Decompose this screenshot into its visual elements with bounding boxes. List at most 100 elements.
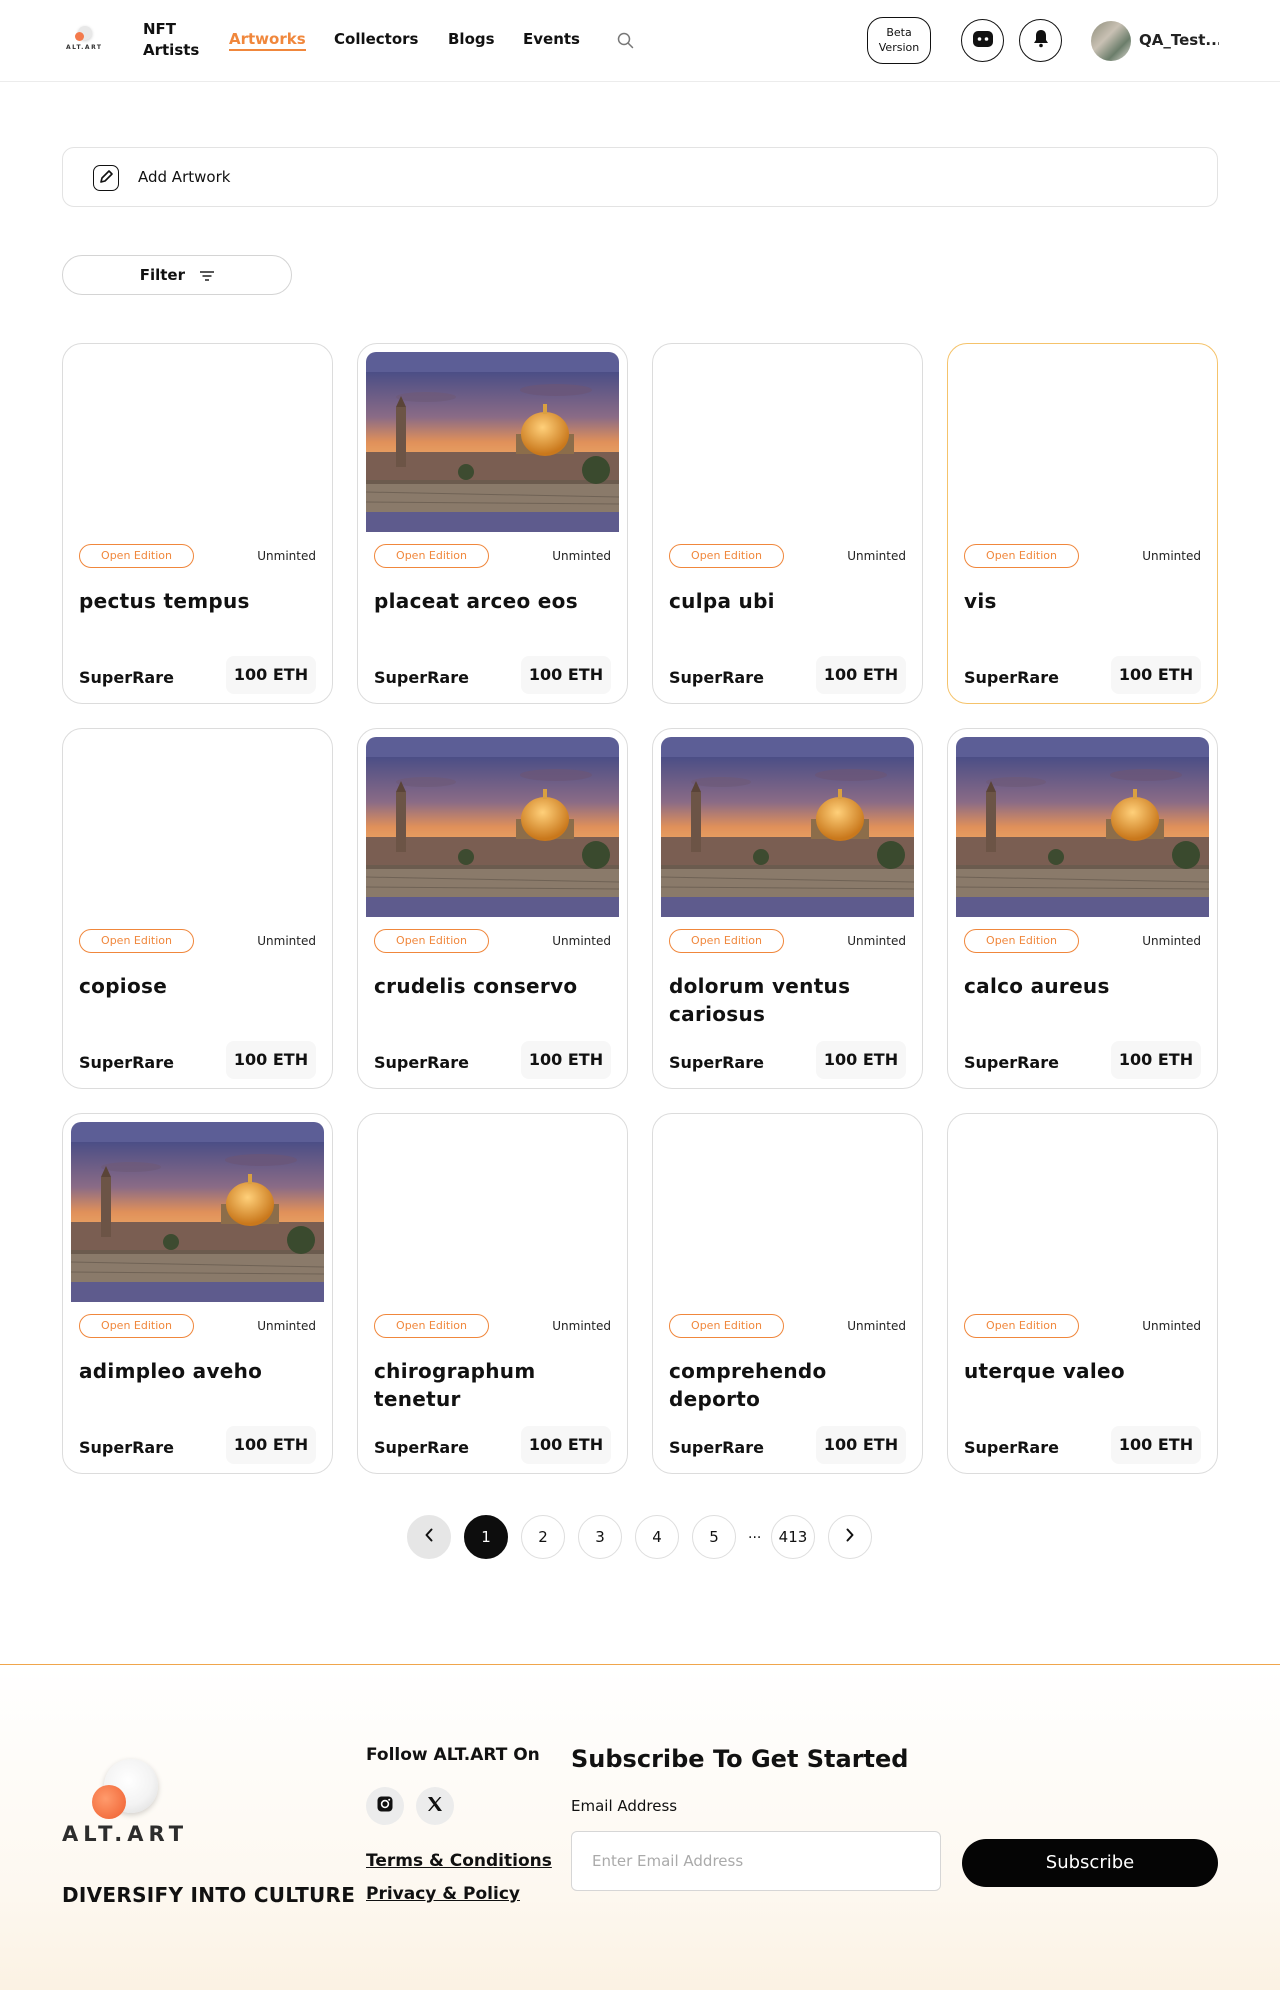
filter-label: Filter <box>139 266 186 284</box>
mint-status: Unminted <box>552 549 611 563</box>
price-tag: 100 ETH <box>816 656 906 694</box>
edit-icon <box>93 165 119 191</box>
site-footer: ALT.ART DIVERSIFY INTO CULTURE Follow AL… <box>0 1664 1280 1990</box>
alt-art-logo[interactable]: ALT.ART <box>62 24 106 54</box>
marketplace-label: SuperRare <box>374 1053 469 1072</box>
mint-status: Unminted <box>1142 1319 1201 1333</box>
subscribe-button[interactable]: Subscribe <box>962 1839 1218 1887</box>
artwork-title: uterque valeo <box>964 1359 1125 1383</box>
marketplace-label: SuperRare <box>79 668 174 687</box>
nav-nft-artists[interactable]: NFT Artists <box>143 19 213 61</box>
edition-badge: Open Edition <box>669 544 784 568</box>
artwork-card[interactable]: Open Edition Unminted crudelis conservo Sup… <box>357 728 628 1089</box>
x-twitter-button[interactable] <box>416 1787 454 1825</box>
nav-events[interactable]: Events <box>523 30 580 48</box>
page-last-button[interactable]: 413 <box>771 1515 815 1559</box>
artwork-title: chirographum tenetur <box>374 1359 536 1411</box>
artwork-title: crudelis conservo <box>374 974 578 998</box>
edition-badge: Open Edition <box>669 929 784 953</box>
terms-link[interactable]: Terms & Conditions <box>366 1851 552 1871</box>
artwork-title: adimpleo aveho <box>79 1359 263 1383</box>
discord-button[interactable] <box>961 19 1004 62</box>
footer-brand: ALT.ART <box>62 1822 189 1846</box>
artwork-title: vis <box>964 589 997 613</box>
marketplace-label: SuperRare <box>79 1438 174 1457</box>
notifications-button[interactable] <box>1019 19 1062 62</box>
artwork-card[interactable]: Open Edition Unminted culpa ubi SuperRare 10… <box>652 343 923 704</box>
artwork-image <box>956 737 1209 917</box>
price-tag: 100 ETH <box>521 1426 611 1464</box>
mint-status: Unminted <box>257 934 316 948</box>
mint-status: Unminted <box>552 1319 611 1333</box>
marketplace-label: SuperRare <box>79 1053 174 1072</box>
artwork-card[interactable]: Open Edition Unminted placeat arceo eos Sup… <box>357 343 628 704</box>
price-tag: 100 ETH <box>226 656 316 694</box>
edition-badge: Open Edition <box>964 1314 1079 1338</box>
prev-page-button[interactable] <box>407 1515 451 1559</box>
site-header: ALT.ART NFT Artists Artworks Collectors … <box>0 0 1280 82</box>
instagram-button[interactable] <box>366 1787 404 1825</box>
mint-status: Unminted <box>257 1319 316 1333</box>
artwork-card[interactable]: Open Edition Unminted copiose SuperRare 100 … <box>62 728 333 1089</box>
artwork-card[interactable]: Open Edition Unminted comprehendo deporto S… <box>652 1113 923 1474</box>
email-input[interactable] <box>571 1831 941 1891</box>
filter-button[interactable]: Filter <box>62 255 292 295</box>
artwork-title: culpa ubi <box>669 589 775 613</box>
mint-status: Unminted <box>1142 934 1201 948</box>
artwork-title: pectus tempus <box>79 589 250 613</box>
price-tag: 100 ETH <box>226 1041 316 1079</box>
artwork-card[interactable]: Open Edition Unminted calco aureus SuperRar… <box>947 728 1218 1089</box>
artwork-card[interactable]: Open Edition Unminted chirographum tenetur… <box>357 1113 628 1474</box>
nav-artworks[interactable]: Artworks <box>229 30 306 51</box>
page-1-button[interactable]: 1 <box>464 1515 508 1559</box>
marketplace-label: SuperRare <box>374 1438 469 1457</box>
edition-badge: Open Edition <box>374 929 489 953</box>
marketplace-label: SuperRare <box>964 1438 1059 1457</box>
artwork-image <box>366 737 619 917</box>
pagination-ellipsis: ... <box>748 1526 762 1542</box>
discord-icon <box>972 30 994 52</box>
artwork-image <box>71 1122 324 1302</box>
next-page-button[interactable] <box>828 1515 872 1559</box>
add-artwork-button[interactable]: Add Artwork <box>62 147 1218 207</box>
artwork-card[interactable]: Open Edition Unminted vis SuperRare 100 ETH <box>947 343 1218 704</box>
edition-badge: Open Edition <box>669 1314 784 1338</box>
mint-status: Unminted <box>1142 549 1201 563</box>
nav-collectors[interactable]: Collectors <box>334 30 418 48</box>
artwork-card[interactable]: Open Edition Unminted adimpleo aveho SuperR… <box>62 1113 333 1474</box>
artwork-image <box>366 352 619 532</box>
beta-version-badge: Beta Version <box>867 17 931 64</box>
footer-logo[interactable] <box>92 1759 162 1829</box>
avatar[interactable] <box>1091 21 1131 61</box>
edition-badge: Open Edition <box>79 1314 194 1338</box>
page-5-button[interactable]: 5 <box>692 1515 736 1559</box>
search-icon[interactable] <box>617 32 634 49</box>
price-tag: 100 ETH <box>816 1426 906 1464</box>
footer-slogan: DIVERSIFY INTO CULTURE <box>62 1883 356 1907</box>
filter-icon <box>200 267 215 285</box>
follow-heading: Follow ALT.ART On <box>366 1745 540 1765</box>
instagram-icon <box>376 1795 394 1817</box>
mint-status: Unminted <box>847 934 906 948</box>
privacy-link[interactable]: Privacy & Policy <box>366 1884 520 1904</box>
artwork-card[interactable]: Open Edition Unminted dolorum ventus cario… <box>652 728 923 1089</box>
edition-badge: Open Edition <box>374 1314 489 1338</box>
price-tag: 100 ETH <box>521 1041 611 1079</box>
marketplace-label: SuperRare <box>964 1053 1059 1072</box>
subscribe-heading: Subscribe To Get Started <box>571 1745 909 1773</box>
artwork-title: copiose <box>79 974 168 998</box>
artwork-card[interactable]: Open Edition Unminted pectus tempus SuperRa… <box>62 343 333 704</box>
mint-status: Unminted <box>847 549 906 563</box>
page-4-button[interactable]: 4 <box>635 1515 679 1559</box>
marketplace-label: SuperRare <box>374 668 469 687</box>
nav-blogs[interactable]: Blogs <box>448 30 495 48</box>
artwork-card[interactable]: Open Edition Unminted uterque valeo SuperRa… <box>947 1113 1218 1474</box>
price-tag: 100 ETH <box>1111 656 1201 694</box>
add-artwork-label: Add Artwork <box>138 168 231 186</box>
marketplace-label: SuperRare <box>669 668 764 687</box>
price-tag: 100 ETH <box>1111 1426 1201 1464</box>
page-3-button[interactable]: 3 <box>578 1515 622 1559</box>
marketplace-label: SuperRare <box>964 668 1059 687</box>
page-2-button[interactable]: 2 <box>521 1515 565 1559</box>
user-name[interactable]: QA_Test... <box>1139 31 1219 49</box>
